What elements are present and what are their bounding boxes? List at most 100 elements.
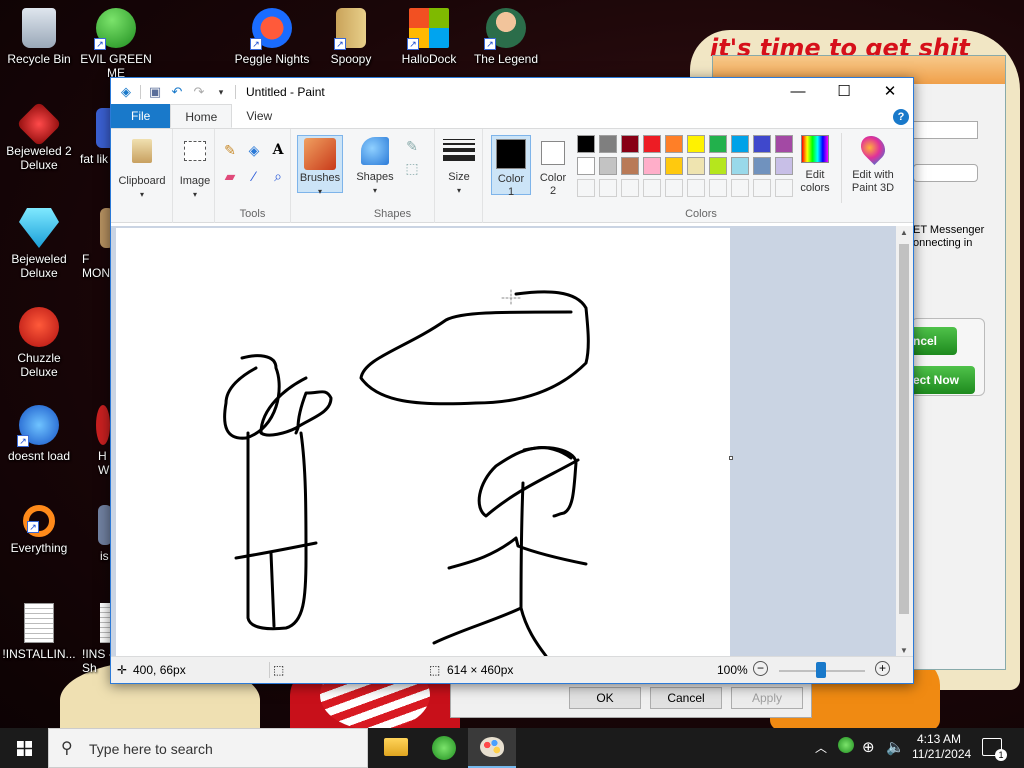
desktop-icon-everything[interactable]: ↗ Everything xyxy=(1,505,77,555)
color-swatch[interactable] xyxy=(599,157,617,175)
paint-app-icon[interactable]: ◈ xyxy=(118,84,134,100)
color-swatch[interactable] xyxy=(731,135,749,153)
magnifier-icon[interactable]: ⌕ xyxy=(269,167,287,185)
desktop-icon-evil-green[interactable]: ↗ EVIL GREEN ME xyxy=(78,8,154,80)
desktop-icon-chuzzle[interactable]: Chuzzle Deluxe xyxy=(1,307,77,379)
color-swatch[interactable] xyxy=(775,157,793,175)
apply-button[interactable]: Apply xyxy=(731,687,803,709)
color2-button[interactable]: Color 2 xyxy=(535,135,571,197)
desktop-icon-installing[interactable]: !INSTALLIN... xyxy=(1,603,77,661)
color-swatch-empty[interactable] xyxy=(687,179,705,197)
color-swatch-empty[interactable] xyxy=(665,179,683,197)
minimize-button[interactable]: — xyxy=(775,78,821,105)
stroke xyxy=(432,606,523,645)
notifications-icon[interactable]: 1 xyxy=(982,738,1007,761)
tab-file[interactable]: File xyxy=(111,104,171,128)
color-swatch[interactable] xyxy=(709,135,727,153)
start-button[interactable] xyxy=(0,728,48,768)
zoom-out-icon[interactable]: − xyxy=(753,661,768,676)
messenger-cancel-button[interactable]: ncel xyxy=(913,327,957,355)
color1-button[interactable]: Color 1 xyxy=(491,135,531,198)
redo-icon[interactable]: ↷ xyxy=(191,84,207,100)
tab-view[interactable]: View xyxy=(232,104,286,128)
save-icon[interactable]: ▣ xyxy=(147,84,163,100)
color-swatch[interactable] xyxy=(643,135,661,153)
scrollbar-thumb[interactable] xyxy=(899,244,909,614)
image-button[interactable]: Image ▾ xyxy=(176,137,214,201)
ok-button[interactable]: OK xyxy=(569,687,641,709)
undo-icon[interactable]: ↶ xyxy=(169,84,185,100)
color-swatch[interactable] xyxy=(687,135,705,153)
taskbar-messenger[interactable] xyxy=(420,728,468,768)
taskbar-paint[interactable] xyxy=(468,728,516,768)
color-swatch[interactable] xyxy=(753,135,771,153)
color-picker-icon[interactable]: ⁄ xyxy=(245,167,263,185)
color-swatch-empty[interactable] xyxy=(775,179,793,197)
edit-colors-button[interactable]: Edit colors xyxy=(793,135,837,195)
edit-paint3d-button[interactable]: Edit with Paint 3D xyxy=(845,131,901,195)
resize-handle[interactable] xyxy=(729,456,733,460)
color-swatch-empty[interactable] xyxy=(643,179,661,197)
spoopy-icon: ↗ xyxy=(334,8,366,50)
color-swatch[interactable] xyxy=(665,135,683,153)
messenger-input[interactable] xyxy=(913,164,978,182)
color-swatch[interactable] xyxy=(687,157,705,175)
color-swatch[interactable] xyxy=(621,157,639,175)
clock[interactable]: 4:13 AM 11/21/2024 xyxy=(912,732,971,768)
scroll-down-icon[interactable]: ▼ xyxy=(900,646,908,655)
color-swatch[interactable] xyxy=(621,135,639,153)
shapes-button[interactable]: Shapes ▾ xyxy=(355,135,395,197)
size-button[interactable]: Size ▾ xyxy=(439,135,479,197)
drawing-canvas[interactable] xyxy=(116,228,730,657)
desktop-icon-peggle[interactable]: ↗ Peggle Nights xyxy=(234,8,310,66)
desktop-icon-fat-lik[interactable]: fat lik xyxy=(66,108,116,166)
zoom-in-icon[interactable]: + xyxy=(875,661,890,676)
desktop-icon-doesnt-load[interactable]: ↗ doesnt load xyxy=(1,405,77,463)
text-icon[interactable]: A xyxy=(269,141,287,159)
volume-icon[interactable]: 🔈 xyxy=(886,738,905,768)
desktop-icon-spoopy[interactable]: ↗ Spoopy xyxy=(313,8,389,66)
color-swatch[interactable] xyxy=(709,157,727,175)
outline-icon[interactable]: ✎ xyxy=(403,137,421,155)
eraser-icon[interactable]: ▰ xyxy=(221,167,239,185)
color-swatch-empty[interactable] xyxy=(731,179,749,197)
color-swatch[interactable] xyxy=(577,135,595,153)
messenger-connect-button[interactable]: ect Now xyxy=(913,366,975,394)
show-hidden-icons[interactable]: ︿ xyxy=(815,739,827,768)
desktop-icon-bejeweled[interactable]: Bejeweled Deluxe xyxy=(1,208,77,280)
tray-messenger-icon[interactable] xyxy=(838,737,854,768)
desktop-icon-hallodock[interactable]: ↗ HalloDock xyxy=(391,8,467,66)
color-swatch[interactable] xyxy=(775,135,793,153)
color-swatch-empty[interactable] xyxy=(621,179,639,197)
taskbar-file-explorer[interactable] xyxy=(372,728,420,768)
zoom-slider-thumb[interactable] xyxy=(816,662,826,678)
vertical-scrollbar[interactable]: ▲ ▼ xyxy=(896,226,913,657)
color-swatch-empty[interactable] xyxy=(709,179,727,197)
desktop-icon-recycle-bin[interactable]: Recycle Bin xyxy=(1,8,77,66)
fill-icon[interactable]: ◈ xyxy=(245,141,263,159)
tab-home[interactable]: Home xyxy=(170,104,233,128)
color-swatch-empty[interactable] xyxy=(577,179,595,197)
color-swatch[interactable] xyxy=(753,157,771,175)
color-swatch-empty[interactable] xyxy=(753,179,771,197)
search-box[interactable]: ⚲ Type here to search xyxy=(48,728,368,768)
color-swatch-empty[interactable] xyxy=(599,179,617,197)
cancel-button[interactable]: Cancel xyxy=(650,687,722,709)
pencil-icon[interactable]: ✎ xyxy=(221,141,239,159)
close-button[interactable]: ✕ xyxy=(867,78,913,105)
network-icon[interactable]: ⊕ xyxy=(862,738,875,768)
color-swatch[interactable] xyxy=(577,157,595,175)
color-swatch[interactable] xyxy=(665,157,683,175)
color-swatch[interactable] xyxy=(599,135,617,153)
scroll-up-icon[interactable]: ▲ xyxy=(900,228,908,237)
clipboard-button[interactable]: Clipboard ▾ xyxy=(115,137,169,201)
help-icon[interactable]: ? xyxy=(893,109,909,125)
color-swatch[interactable] xyxy=(643,157,661,175)
customize-qat-icon[interactable]: ▾ xyxy=(213,84,229,100)
desktop-icon-the-legend[interactable]: ↗ The Legend xyxy=(468,8,544,66)
fill-shape-icon[interactable]: ⬚ xyxy=(403,159,421,177)
messenger-dropdown[interactable] xyxy=(913,121,978,139)
brushes-button[interactable]: Brushes ▾ xyxy=(297,135,343,196)
color-swatch[interactable] xyxy=(731,157,749,175)
maximize-button[interactable]: ☐ xyxy=(821,78,867,105)
